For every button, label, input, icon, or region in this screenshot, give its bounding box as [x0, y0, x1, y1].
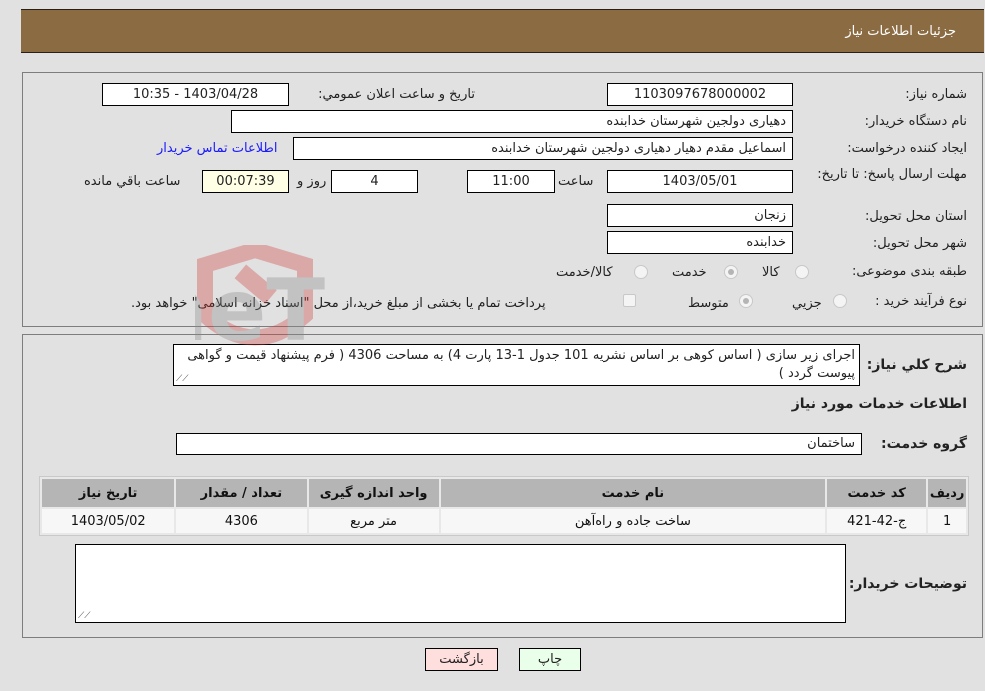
days-label: روز و — [297, 174, 327, 189]
deadline-label: مهلت ارسال پاسخ: تا تاریخ: — [817, 167, 967, 182]
category-label: طبقه بندی موضوعی: — [851, 264, 967, 279]
remaining-label: ساعت باقي مانده — [84, 174, 181, 189]
deadline-date-field: 1403/05/01 — [607, 170, 793, 193]
buyer-contact-link[interactable]: اطلاعات تماس خریدار — [157, 141, 277, 156]
print-button[interactable]: چاپ — [519, 648, 581, 671]
process-label: نوع فرآیند خرید : — [875, 294, 967, 309]
service-group-label: گروه خدمت: — [881, 436, 967, 452]
creator-field: اسماعیل مقدم دهیار دهیاری دولجین شهرستان… — [293, 137, 793, 160]
creator-label: ایجاد کننده درخواست: — [847, 141, 967, 156]
resize-grip-icon[interactable]: ⟋⟋ — [78, 612, 91, 621]
need-number-field: 1103097678000002 — [607, 83, 793, 106]
page-header: جزئیات اطلاعات نیاز — [21, 9, 984, 53]
province-field: زنجان — [607, 204, 793, 227]
cell-quantity: 4306 — [176, 509, 307, 533]
category-radio-goods[interactable] — [795, 265, 809, 279]
description-text: اجرای زیر سازی ( اساس کوهی بر اساس نشریه… — [187, 348, 855, 381]
col-quantity: تعداد / مقدار — [176, 479, 307, 507]
city-field: خدابنده — [607, 231, 793, 254]
province-label: استان محل تحویل: — [865, 209, 967, 224]
deadline-time-label: ساعت — [558, 174, 594, 189]
process-option-medium: متوسط — [688, 296, 729, 311]
remaining-time-field: 00:07:39 — [202, 170, 289, 193]
deadline-time-field: 11:00 — [467, 170, 555, 193]
cell-unit: متر مربع — [308, 509, 439, 533]
table-row: 1 ج-42-421 ساخت جاده و راه‌آهن متر مربع … — [42, 509, 966, 533]
col-service-name: نام خدمت — [440, 479, 826, 507]
resize-grip-icon[interactable]: ⟋⟋ — [176, 375, 189, 384]
treasury-payment-note: پرداخت تمام یا بخشی از مبلغ خرید،از محل … — [131, 296, 546, 311]
announce-datetime-field: 1403/04/28 - 10:35 — [102, 83, 289, 106]
days-remaining-field: 4 — [331, 170, 418, 193]
services-section-title: اطلاعات خدمات مورد نیاز — [791, 396, 967, 412]
need-number-label: شماره نیاز: — [905, 87, 967, 102]
page-title: جزئیات اطلاعات نیاز — [845, 24, 956, 39]
buyer-org-field: دهیاری دولجین شهرستان خدابنده — [231, 110, 793, 133]
process-radio-minor[interactable] — [833, 294, 847, 308]
buyer-notes-label: توضیحات خریدار: — [848, 576, 967, 592]
table-header-row: ردیف کد خدمت نام خدمت واحد اندازه گیری ت… — [42, 479, 966, 507]
category-radio-service[interactable] — [724, 265, 738, 279]
description-label: شرح کلي نیاز: — [866, 357, 967, 373]
process-option-minor: جزيي — [792, 296, 822, 311]
cell-row-number: 1 — [928, 509, 966, 533]
col-service-code: کد خدمت — [827, 479, 927, 507]
buyer-org-label: نام دستگاه خریدار: — [864, 114, 967, 129]
category-option-goods: کالا — [762, 265, 780, 280]
col-unit: واحد اندازه گیری — [308, 479, 439, 507]
col-need-date: تاریخ نیاز — [42, 479, 175, 507]
process-radio-medium[interactable] — [739, 294, 753, 308]
cell-need-date: 1403/05/02 — [42, 509, 175, 533]
cell-service-name: ساخت جاده و راه‌آهن — [440, 509, 826, 533]
back-button[interactable]: بازگشت — [425, 648, 498, 671]
cell-service-code: ج-42-421 — [827, 509, 927, 533]
announce-label: تاریخ و ساعت اعلان عمومي: — [318, 87, 475, 102]
description-textarea[interactable]: اجرای زیر سازی ( اساس کوهی بر اساس نشریه… — [173, 344, 860, 386]
buyer-notes-textarea[interactable]: ⟋⟋ — [75, 544, 846, 623]
col-row-number: ردیف — [928, 479, 966, 507]
category-option-service: خدمت — [672, 265, 707, 280]
service-group-field: ساختمان — [176, 433, 862, 455]
category-radio-goods-service[interactable] — [634, 265, 648, 279]
category-option-goods-service: کالا/خدمت — [556, 265, 613, 280]
services-table: ردیف کد خدمت نام خدمت واحد اندازه گیری ت… — [39, 476, 969, 536]
treasury-payment-checkbox[interactable] — [623, 294, 636, 307]
city-label: شهر محل تحویل: — [872, 236, 967, 251]
